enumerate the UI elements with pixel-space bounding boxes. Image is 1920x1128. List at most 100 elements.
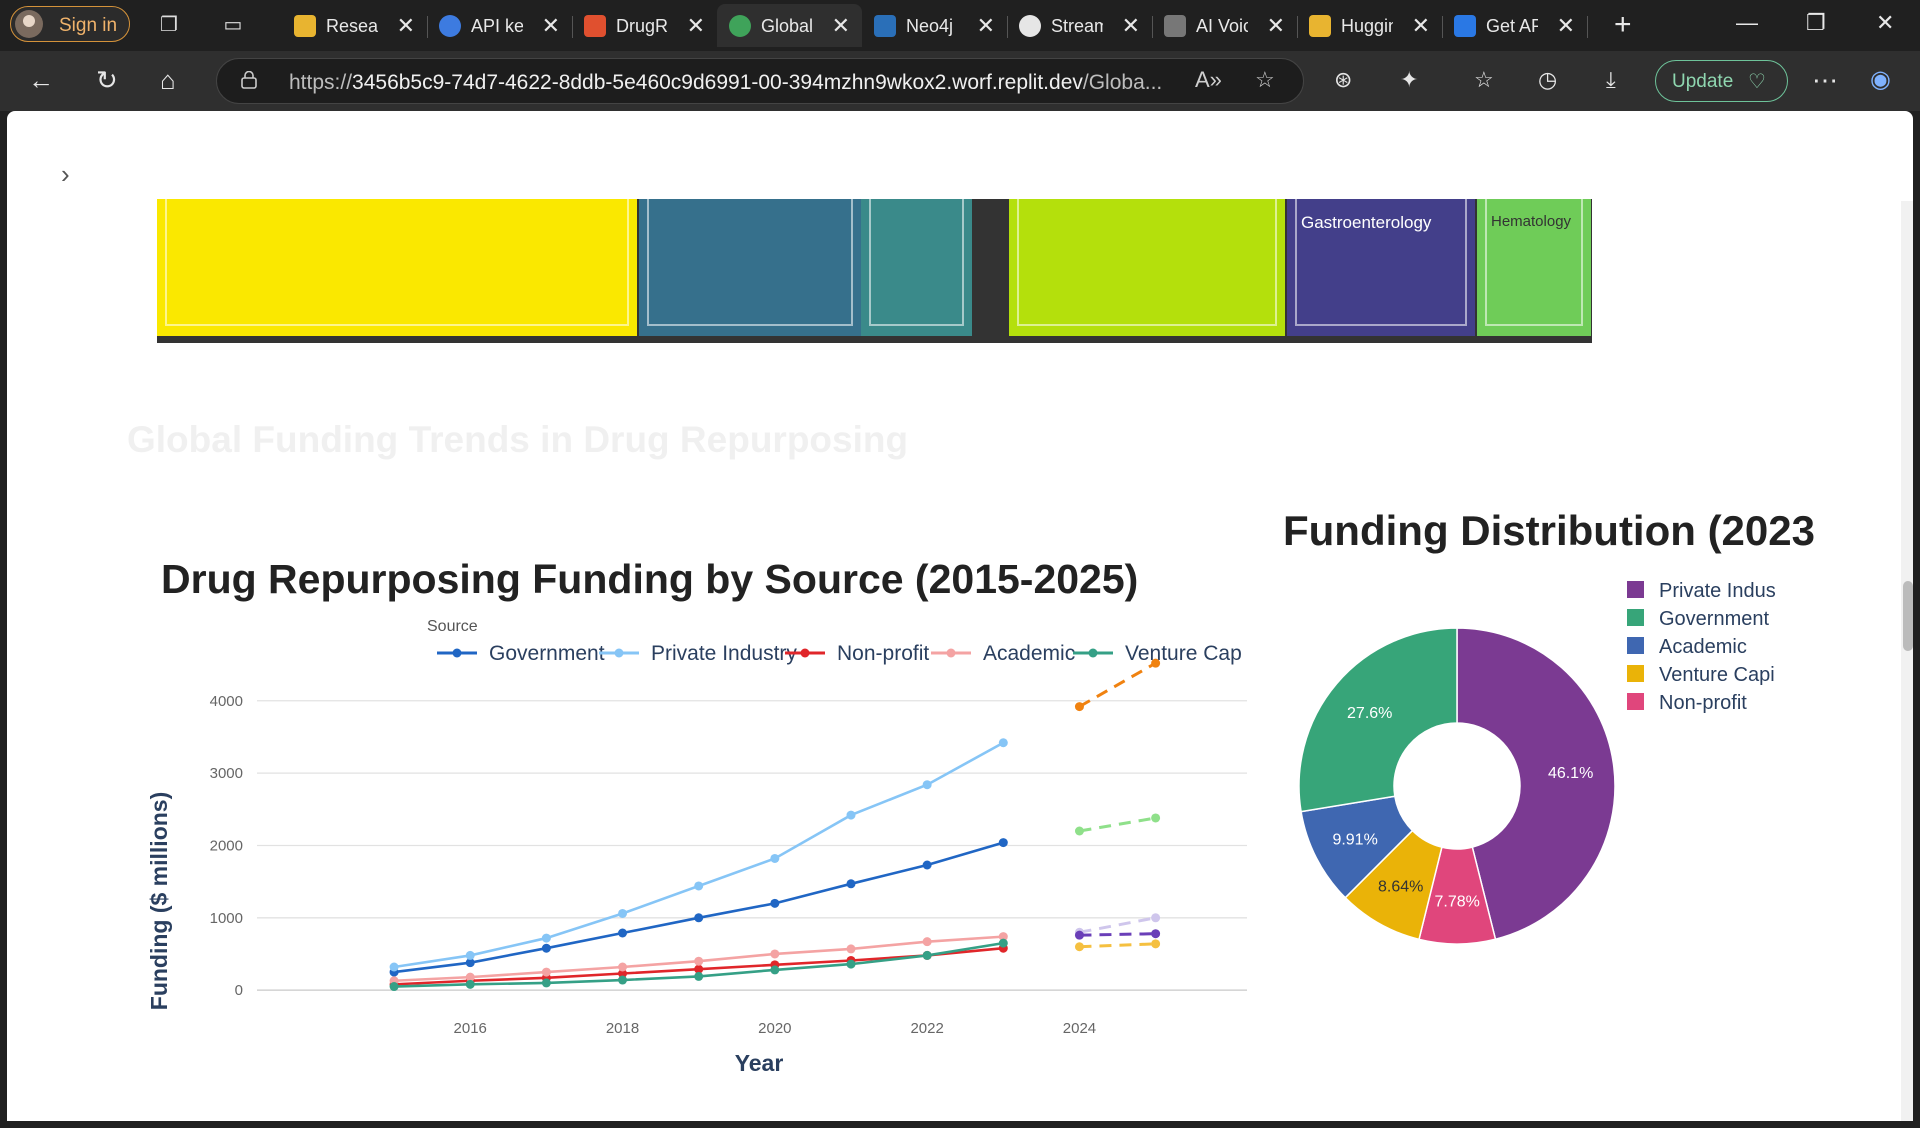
read-aloud-icon[interactable]: A» — [1195, 67, 1222, 93]
browser-tab[interactable]: Stream ✕ — [1007, 4, 1153, 47]
home-icon[interactable]: ⌂ — [160, 65, 176, 95]
browser-tab[interactable]: Get AP ✕ — [1442, 4, 1588, 47]
minimize-icon[interactable]: — — [1736, 10, 1758, 36]
data-point[interactable] — [541, 933, 551, 943]
close-tab-icon[interactable]: ✕ — [1267, 13, 1285, 39]
projection-point[interactable] — [1151, 813, 1161, 823]
close-tab-icon[interactable]: ✕ — [687, 13, 705, 39]
data-point[interactable] — [922, 780, 932, 790]
projection-point[interactable] — [1074, 702, 1084, 712]
back-icon[interactable]: ← — [28, 65, 54, 95]
legend-item[interactable]: Private Industry — [599, 642, 797, 665]
copilot-icon[interactable]: ◉ — [1870, 65, 1891, 95]
slice-percent-label: 46.1% — [1548, 765, 1593, 782]
scrollbar-thumb[interactable] — [1903, 581, 1913, 651]
projection-point[interactable] — [1074, 942, 1084, 952]
data-point[interactable] — [389, 962, 399, 972]
history-icon[interactable]: ◷ — [1538, 65, 1557, 95]
data-point[interactable] — [998, 938, 1008, 948]
data-point[interactable] — [465, 979, 475, 989]
browser-tab[interactable]: Neo4j ✕ — [862, 4, 1008, 47]
legend-item[interactable]: Government — [437, 642, 605, 665]
treemap-cell[interactable] — [861, 199, 972, 336]
downloads-icon[interactable]: ⤓ — [1606, 65, 1616, 95]
data-point[interactable] — [618, 928, 628, 938]
data-point[interactable] — [618, 962, 628, 972]
projection-point[interactable] — [1074, 930, 1084, 940]
maximize-icon[interactable]: ❐ — [1806, 10, 1826, 36]
legend-item[interactable]: Academic — [931, 642, 1075, 665]
data-point[interactable] — [922, 860, 932, 870]
sidebar-expand-chevron-icon[interactable]: › — [61, 159, 70, 190]
treemap-cell[interactable] — [639, 199, 861, 336]
donut-legend-item[interactable]: Government — [1627, 608, 1769, 630]
workspaces-icon[interactable]: ❐ — [156, 12, 182, 38]
close-tab-icon[interactable]: ✕ — [542, 13, 560, 39]
data-point[interactable] — [465, 950, 475, 960]
browser-tab[interactable]: Huggin ✕ — [1297, 4, 1443, 47]
data-point[interactable] — [846, 959, 856, 969]
donut-legend-item[interactable]: Private Indus — [1627, 580, 1776, 602]
data-point[interactable] — [846, 810, 856, 820]
data-point[interactable] — [694, 913, 704, 923]
close-tab-icon[interactable]: ✕ — [832, 13, 850, 39]
sign-in-button[interactable]: Sign in — [10, 6, 130, 42]
update-button[interactable]: Update ♡ — [1655, 60, 1788, 102]
close-tab-icon[interactable]: ✕ — [397, 13, 415, 39]
close-tab-icon[interactable]: ✕ — [977, 13, 995, 39]
data-point[interactable] — [770, 949, 780, 959]
treemap-cell[interactable]: Hematology — [1477, 199, 1591, 336]
projection-point[interactable] — [1151, 913, 1161, 923]
data-point[interactable] — [389, 982, 399, 992]
data-point[interactable] — [922, 937, 932, 947]
data-point[interactable] — [694, 971, 704, 981]
data-point[interactable] — [770, 898, 780, 908]
data-point[interactable] — [541, 943, 551, 953]
data-point[interactable] — [618, 975, 628, 985]
extensions-icon[interactable]: ✦ — [1400, 65, 1418, 95]
browser-tab[interactable]: Research ✕ — [282, 4, 428, 47]
refresh-icon[interactable]: ↻ — [96, 65, 118, 95]
browser-tab[interactable]: Global ✕ — [717, 4, 862, 47]
favorites-icon[interactable]: ☆ — [1474, 65, 1494, 95]
donut-legend-item[interactable]: Academic — [1627, 636, 1747, 658]
favorite-star-icon[interactable]: ☆ — [1255, 67, 1275, 93]
legend-item[interactable]: Non-profit — [785, 642, 929, 665]
data-point[interactable] — [770, 965, 780, 975]
data-point[interactable] — [770, 853, 780, 863]
data-point[interactable] — [846, 879, 856, 889]
treemap-cell[interactable]: Gastroenterology — [1287, 199, 1475, 336]
data-point[interactable] — [998, 838, 1008, 848]
page-scrollbar[interactable] — [1901, 201, 1913, 1121]
data-point[interactable] — [694, 881, 704, 891]
treemap-cell-border — [165, 199, 629, 326]
url-field[interactable]: https://3456b5c9-74d7-4622-8ddb-5e460c9d… — [216, 58, 1304, 104]
tab-actions-icon[interactable]: ▭ — [220, 12, 246, 38]
new-tab-icon[interactable]: + — [1614, 8, 1632, 42]
data-point[interactable] — [618, 908, 628, 918]
data-point[interactable] — [922, 950, 932, 960]
data-point[interactable] — [998, 738, 1008, 748]
projection-point[interactable] — [1151, 658, 1161, 668]
close-tab-icon[interactable]: ✕ — [1557, 13, 1575, 39]
more-menu-icon[interactable]: ⋯ — [1812, 65, 1838, 95]
projection-point[interactable] — [1074, 826, 1084, 836]
browser-tab[interactable]: AI Voic ✕ — [1152, 4, 1298, 47]
browser-tab[interactable]: API keys ✕ — [427, 4, 573, 47]
projection-point[interactable] — [1151, 939, 1161, 949]
y-tick-label: 4000 — [210, 693, 243, 710]
treemap-cell[interactable] — [1009, 199, 1285, 336]
treemap-cell[interactable] — [157, 199, 637, 336]
data-point[interactable] — [846, 944, 856, 954]
close-window-icon[interactable]: ✕ — [1876, 10, 1894, 36]
close-tab-icon[interactable]: ✕ — [1122, 13, 1140, 39]
donut-legend-item[interactable]: Venture Capi — [1627, 664, 1775, 686]
donut-legend-item[interactable]: Non-profit — [1627, 692, 1747, 714]
close-tab-icon[interactable]: ✕ — [1412, 13, 1430, 39]
data-point[interactable] — [541, 978, 551, 988]
browser-tab[interactable]: DrugRe ✕ — [572, 4, 717, 47]
projection-point[interactable] — [1151, 929, 1161, 939]
data-point[interactable] — [694, 956, 704, 966]
chatgpt-extension-icon[interactable]: ⊛ — [1334, 65, 1352, 95]
data-point[interactable] — [541, 967, 551, 977]
